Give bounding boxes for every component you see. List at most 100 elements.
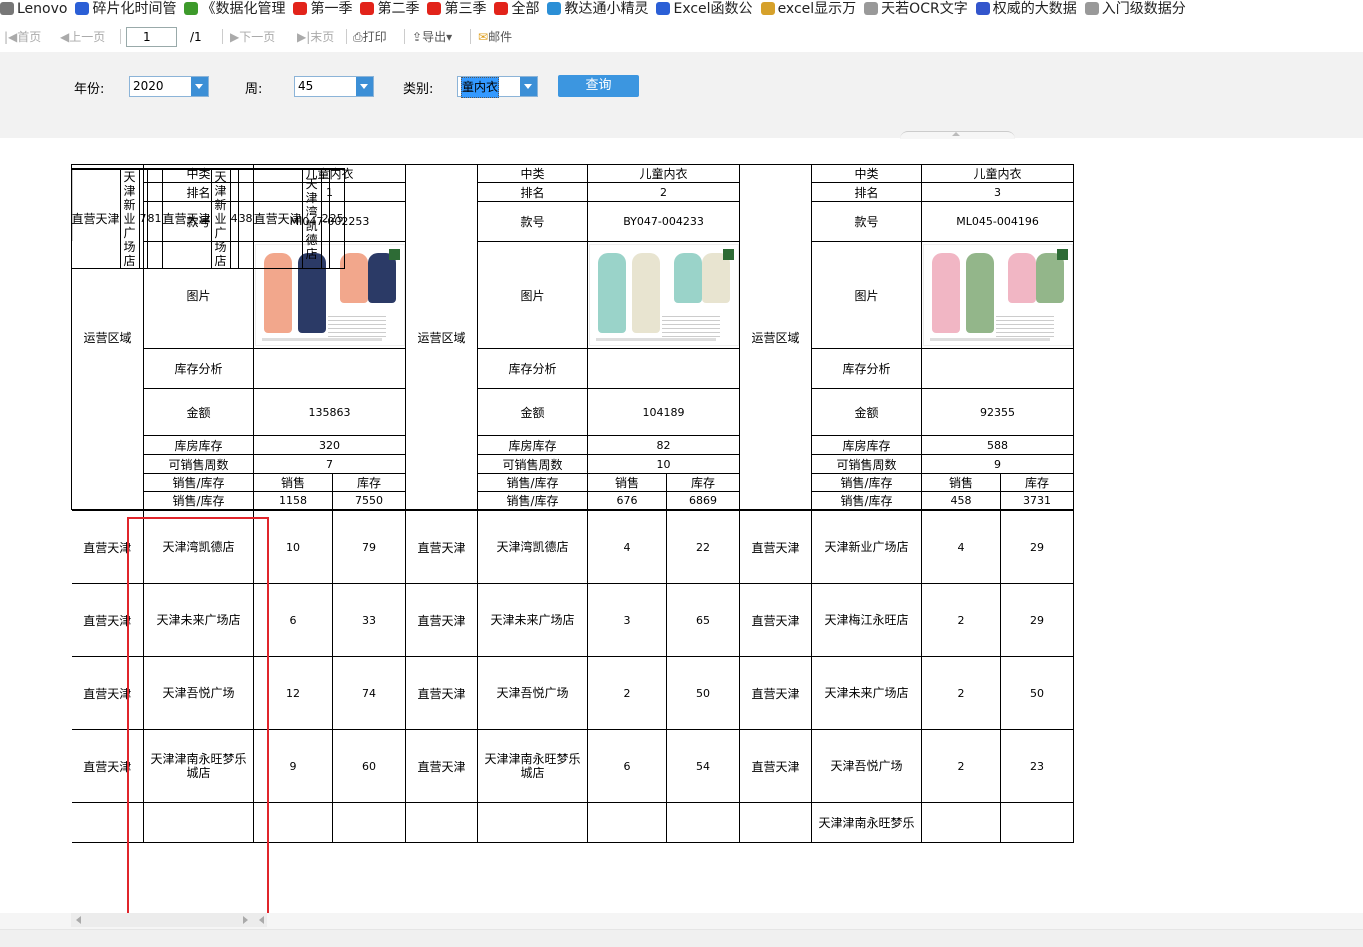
field-value-stock-analysis bbox=[252, 348, 407, 389]
field-value-amount: 92355 bbox=[921, 388, 1075, 436]
bookmark-item[interactable]: 全部 bbox=[494, 0, 539, 18]
header-row: 销售/库存 1158 7550 销售/库存 676 6869 销售/库存 458 3731 bbox=[72, 491, 1075, 510]
colorful-icon bbox=[760, 2, 775, 15]
store-name: 天津新业广场店 bbox=[119, 167, 140, 269]
brand-logo bbox=[1056, 249, 1068, 260]
stock-value bbox=[1000, 802, 1075, 843]
total-stock: 6869 bbox=[666, 491, 741, 510]
edit-icon bbox=[547, 2, 562, 15]
chevron-down-icon[interactable] bbox=[356, 77, 373, 96]
weibo-icon bbox=[494, 2, 509, 15]
header-row: 销售/库存 销售 库存 销售/库存 销售 库存 销售/库存 销售 库存 bbox=[72, 473, 1075, 492]
store-name: 天津新业广场店 bbox=[210, 167, 231, 269]
chevron-down-icon[interactable] bbox=[191, 77, 208, 96]
field-label-amount: 金额 bbox=[143, 388, 254, 436]
bookmark-item[interactable]: 权威的大数据 bbox=[975, 0, 1077, 18]
sales-value: 2 bbox=[587, 656, 668, 730]
bookmark-item[interactable]: 第三季 bbox=[427, 0, 486, 18]
bookmark-item[interactable]: excel显示万 bbox=[760, 0, 856, 18]
category-select[interactable]: 童内衣 bbox=[457, 76, 538, 98]
field-label-weeks: 可销售周数 bbox=[477, 454, 589, 474]
field-label-image: 图片 bbox=[811, 241, 923, 349]
description-text bbox=[661, 313, 720, 337]
bookmark-label: 第三季 bbox=[444, 1, 487, 17]
next-page-icon: ▶ bbox=[230, 30, 240, 44]
collapse-handle[interactable] bbox=[900, 131, 1015, 139]
scroll-right-icon[interactable] bbox=[243, 916, 248, 924]
paw-icon bbox=[656, 2, 671, 15]
store-name: 天津吾悦广场 bbox=[143, 656, 254, 730]
stock-value: 33 bbox=[331, 583, 407, 657]
print-button[interactable]: ⎙打印 bbox=[353, 29, 387, 45]
field-label-image: 图片 bbox=[477, 241, 589, 349]
sales-value: 10 bbox=[253, 510, 333, 584]
region-cell: 直营天津 bbox=[71, 729, 144, 803]
page-icon bbox=[864, 2, 879, 15]
report-table: 运营区域 中类 儿童内衣 运营区域 中类 儿童内衣 运营区域 中类 儿童内衣 排名 1 排名 2 排名 3 款… bbox=[71, 164, 1075, 843]
toolbar-separator bbox=[470, 29, 471, 44]
total-stock: 7550 bbox=[331, 491, 407, 510]
stock-value: 22 bbox=[666, 510, 741, 584]
store-name: 天津未来广场店 bbox=[143, 583, 254, 657]
bookmark-item[interactable]: 第一季 bbox=[293, 0, 352, 18]
prev-page-button[interactable]: ◀上一页 bbox=[60, 29, 105, 45]
region-cell: 直营天津 bbox=[253, 167, 303, 269]
sales-value: 2 bbox=[921, 656, 1002, 730]
folder-icon bbox=[0, 2, 14, 15]
field-label-sales-stock: 销售/库存 bbox=[811, 473, 923, 492]
chevron-down-icon: ▾ bbox=[446, 30, 453, 44]
field-label-sales-stock: 销售/库存 bbox=[477, 491, 589, 510]
stock-value: 74 bbox=[331, 656, 407, 730]
horizontal-scrollbar[interactable] bbox=[0, 913, 1363, 947]
bookmark-item[interactable]: 《数据化管理 bbox=[184, 0, 285, 18]
region-cell: 直营天津 bbox=[71, 167, 121, 269]
scrollbar-track[interactable] bbox=[71, 913, 267, 927]
store-name bbox=[143, 802, 254, 843]
sales-value: 6 bbox=[253, 583, 333, 657]
sales-value: 3 bbox=[587, 583, 668, 657]
next-page-button[interactable]: ▶下一页 bbox=[230, 29, 275, 45]
bookmark-label: 碎片化时间管 bbox=[92, 1, 177, 17]
field-label-sales-stock: 销售/库存 bbox=[811, 491, 923, 510]
store-row: 直营天津 天津吾悦广场 12 74 直营天津 天津吾悦广场 2 50 直营天津 天津未来广场店 2 5… bbox=[71, 656, 1075, 730]
description-text bbox=[995, 313, 1054, 337]
field-label-warehouse: 库房库存 bbox=[477, 435, 589, 455]
bookmark-label: 权威的大数据 bbox=[992, 1, 1077, 17]
bookmark-item[interactable]: 教达通小精灵 bbox=[547, 0, 648, 18]
bookmark-item[interactable]: 入门级数据分 bbox=[1084, 0, 1186, 18]
region-cell: 直营天津 bbox=[405, 656, 478, 730]
region-cell bbox=[71, 802, 144, 843]
field-label-stock-analysis: 库存分析 bbox=[477, 348, 589, 389]
scroll-left-icon[interactable] bbox=[76, 916, 81, 924]
region-cell: 直营天津 bbox=[71, 510, 144, 584]
bookmark-item[interactable]: Lenovo bbox=[0, 0, 67, 18]
first-page-button[interactable]: |◀首页 bbox=[4, 29, 41, 45]
model-figure bbox=[1007, 253, 1036, 303]
field-value-rank: 2 bbox=[587, 182, 741, 202]
bookmark-item[interactable]: Excel函数公 bbox=[656, 0, 753, 18]
page-number-input[interactable]: 1 bbox=[126, 27, 177, 47]
toolbar-separator bbox=[120, 29, 121, 44]
year-select[interactable]: 2020 bbox=[129, 76, 209, 97]
week-select[interactable]: 45 bbox=[294, 76, 374, 97]
bookmark-item[interactable]: 天若OCR文字 bbox=[864, 0, 968, 18]
region-cell bbox=[405, 802, 478, 843]
chevron-down-icon[interactable] bbox=[520, 77, 537, 96]
sales-value bbox=[587, 802, 668, 843]
store-name: 天津湾凯德店 bbox=[143, 510, 254, 584]
bookmark-item[interactable]: 第二季 bbox=[360, 0, 419, 18]
last-page-button[interactable]: ▶|末页 bbox=[297, 29, 334, 45]
sales-value: 9 bbox=[253, 729, 333, 803]
sales-value: 4 bbox=[229, 167, 239, 269]
bookmark-item[interactable]: 碎片化时间管 bbox=[75, 0, 176, 18]
region-cell: 直营天津 bbox=[71, 583, 144, 657]
mail-button[interactable]: ✉邮件 bbox=[478, 29, 512, 45]
field-value-stock-analysis bbox=[587, 348, 741, 389]
brand-logo bbox=[722, 249, 734, 260]
field-label-stock-analysis: 库存分析 bbox=[811, 348, 923, 389]
field-label-weeks: 可销售周数 bbox=[811, 454, 923, 474]
bookmarks-bar: Lenovo 碎片化时间管 《数据化管理 第一季 第二季 第三季 全部 教达通小精灵 Excel… bbox=[0, 0, 1363, 20]
export-button[interactable]: ⇪导出▾ bbox=[412, 29, 452, 45]
scroll-left-icon[interactable] bbox=[259, 916, 264, 924]
query-button[interactable]: 查询 bbox=[558, 75, 639, 97]
